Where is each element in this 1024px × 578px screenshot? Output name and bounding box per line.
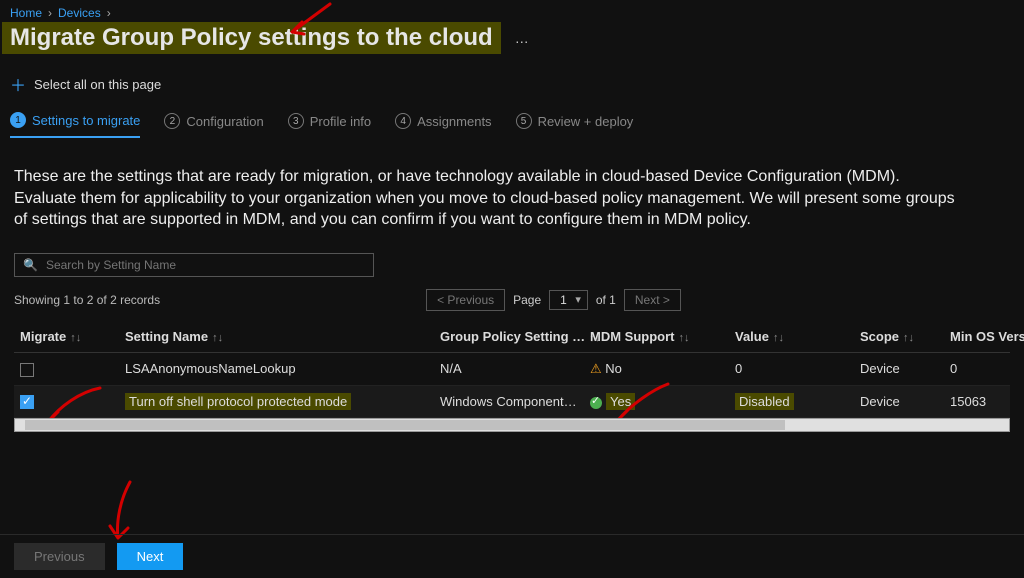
pager-of-label: of 1 [596,293,616,307]
breadcrumb-home[interactable]: Home [10,6,42,20]
step-settings-to-migrate[interactable]: 1Settings to migrate [10,112,140,138]
row-checkbox[interactable] [20,363,34,377]
page-title: Migrate Group Policy settings to the clo… [2,22,501,54]
row-checkbox[interactable] [20,395,34,409]
select-all-button[interactable]: ＋ Select all on this page [10,72,161,96]
pager-prev-button[interactable]: < Previous [426,289,505,311]
search-icon: 🔍 [23,258,38,272]
plus-icon: ＋ [10,72,26,96]
wizard-footer: Previous Next [0,534,1024,578]
wizard-steps: 1Settings to migrate 2Configuration 3Pro… [0,112,1024,144]
col-migrate[interactable]: Migrate↑↓ [14,321,119,353]
search-input[interactable] [46,258,365,272]
cell-scope: Device [854,385,944,418]
breadcrumb: Home › Devices › [0,0,1024,22]
cell-minos: 15063 [944,385,1010,418]
col-min-os[interactable]: Min OS Vers [944,321,1010,353]
table-row[interactable]: Turn off shell protocol protected mode W… [14,385,1010,418]
chevron-right-icon: › [48,6,52,20]
cell-mdm: Yes [584,385,729,418]
cell-value: Disabled [729,385,854,418]
cell-gp: Windows Components/File … [434,385,584,418]
cell-mdm: No [584,352,729,385]
chevron-right-icon: › [107,6,111,20]
pager-page-label: Page [513,293,541,307]
breadcrumb-devices[interactable]: Devices [58,6,101,20]
cell-minos: 0 [944,352,1010,385]
settings-table: Migrate↑↓ Setting Name↑↓ Group Policy Se… [14,321,1010,419]
step-review-deploy[interactable]: 5Review + deploy [516,112,634,138]
col-value[interactable]: Value↑↓ [729,321,854,353]
next-button[interactable]: Next [117,543,184,570]
horizontal-scrollbar[interactable] [14,418,1010,432]
select-all-label: Select all on this page [34,77,161,92]
col-mdm-support[interactable]: MDM Support↑↓ [584,321,729,353]
pager-page-select[interactable]: 1 [549,290,588,310]
cell-name: Turn off shell protocol protected mode [119,385,434,418]
more-icon[interactable]: … [515,30,529,46]
col-gp-setting[interactable]: Group Policy Setting …↑↓ [434,321,584,353]
col-setting-name[interactable]: Setting Name↑↓ [119,321,434,353]
description-text: These are the settings that are ready fo… [0,144,980,249]
cell-gp: N/A [434,352,584,385]
cell-scope: Device [854,352,944,385]
pager: < Previous Page 1 of 1 Next > [426,289,681,311]
previous-button[interactable]: Previous [14,543,105,570]
step-assignments[interactable]: 4Assignments [395,112,491,138]
cell-value: 0 [729,352,854,385]
search-input-wrapper[interactable]: 🔍 [14,253,374,277]
check-circle-icon [590,397,602,409]
cell-name: LSAAnonymousNameLookup [119,352,434,385]
pager-next-button[interactable]: Next > [624,289,681,311]
step-configuration[interactable]: 2Configuration [164,112,263,138]
col-scope[interactable]: Scope↑↓ [854,321,944,353]
table-row[interactable]: LSAAnonymousNameLookup N/A No 0 Device 0 [14,352,1010,385]
records-count: Showing 1 to 2 of 2 records [14,293,160,307]
step-profile-info[interactable]: 3Profile info [288,112,371,138]
